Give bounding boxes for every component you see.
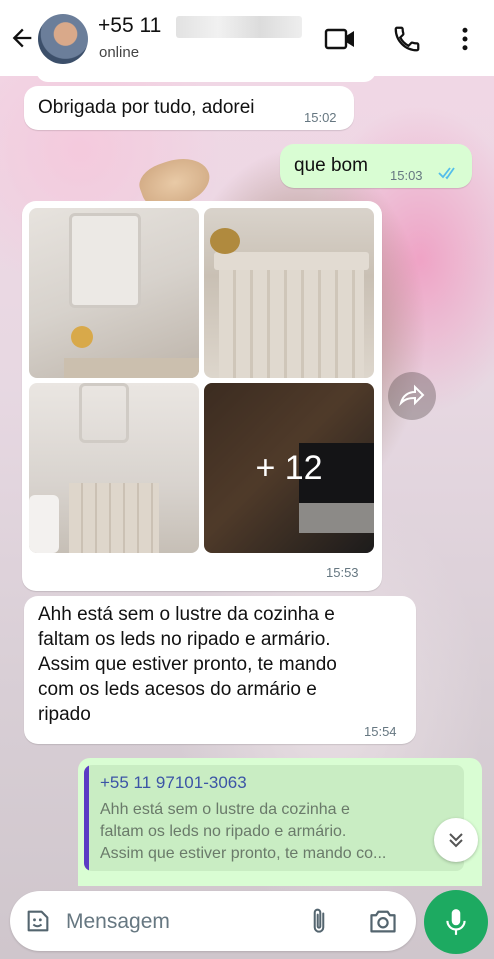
photo-mirror [79,383,129,443]
quote-text: Ahh está sem o lustre da cozinha e falta… [100,799,450,865]
message-bubble-incoming[interactable]: Ahh está sem o lustre da cozinha e falta… [24,596,416,744]
photo-mirror [69,213,141,308]
scroll-to-bottom-button[interactable] [434,818,478,862]
message-time: 15:03 [390,168,423,183]
photo-plant [71,326,93,348]
message-time: 15:53 [326,565,359,580]
message-bubble-partial [36,70,376,82]
attach-icon[interactable] [306,905,332,942]
phone-icon[interactable] [392,24,422,54]
voice-message-button[interactable] [424,890,488,954]
avatar[interactable] [38,14,88,64]
back-arrow-icon[interactable] [8,24,36,52]
camera-icon[interactable] [368,907,398,940]
photo-cabinet [219,268,364,378]
message-line: Assim que estiver pronto, te mando [38,654,337,675]
message-text: Obrigada por tudo, adorei [38,97,255,118]
video-call-icon[interactable] [324,24,354,54]
quote-author: +55 11 97101-3063 [100,773,247,792]
message-line: faltam os leds no ripado e armário. [38,629,331,650]
more-vert-icon[interactable] [450,24,480,54]
double-chevron-down-icon [449,833,463,848]
photo-counter [214,252,369,270]
photo-toilet [29,495,59,553]
photo-plant [210,228,240,254]
message-line: ripado [38,704,91,725]
sticker-icon[interactable] [24,907,52,940]
photo-cabinet [69,483,159,553]
forward-button[interactable] [388,372,436,420]
message-composer [10,891,416,951]
mic-icon [446,909,466,935]
more-photos-count: + 12 [255,448,323,487]
message-bubble-incoming[interactable]: Obrigada por tudo, adorei 15:02 [24,86,354,130]
double-check-read-icon [438,166,460,185]
contact-status: online [99,44,140,61]
message-line: com os leds acesos do armário e [38,679,317,700]
chat-header: +55 11 online [0,0,494,76]
quote-line: Assim que estiver pronto, te mando co... [100,845,387,862]
forward-icon [399,384,425,407]
quote-line: Ahh está sem o lustre da cozinha e [100,801,350,818]
quoted-message[interactable]: +55 11 97101-3063 Ahh está sem o lustre … [84,765,464,871]
message-text: que bom [294,155,368,176]
photo-album-bubble[interactable]: + 12 15:53 [22,201,382,591]
message-bubble-outgoing[interactable]: que bom 15:03 [280,144,472,188]
quote-line: faltam os leds no ripado e armário. [100,823,347,840]
message-input[interactable] [66,909,266,935]
photo-counter [64,358,199,378]
contact-name[interactable]: +55 11 [98,14,161,38]
more-photos-overlay: + 12 [204,383,374,553]
album-photo[interactable] [29,383,199,553]
album-photo[interactable] [204,208,374,378]
album-photo[interactable] [29,208,199,378]
message-time: 15:02 [304,110,337,125]
message-time: 15:54 [364,724,397,739]
contact-name-redacted [176,16,302,38]
album-photo-more[interactable]: + 12 [204,383,374,553]
message-line: Ahh está sem o lustre da cozinha e [38,604,335,625]
quote-bar [84,765,89,871]
